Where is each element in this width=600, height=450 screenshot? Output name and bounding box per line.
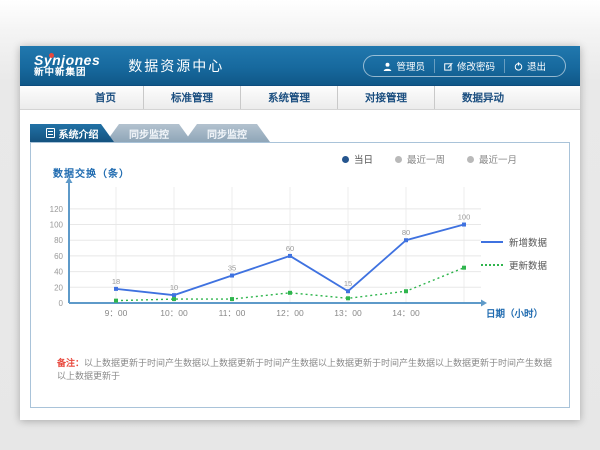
radio-dot-icon xyxy=(467,156,474,163)
tab-label: 系统介绍 xyxy=(59,126,99,141)
radio-label: 当日 xyxy=(354,152,373,166)
svg-text:10: 10 xyxy=(170,283,178,292)
tab-sync-monitor-1[interactable]: 同步监控 xyxy=(106,124,192,142)
legend-label: 新增数据 xyxy=(509,235,547,249)
radio-dot-icon xyxy=(342,156,349,163)
footnote-label: 备注： xyxy=(57,358,84,368)
nav-item-interface-mgmt[interactable]: 对接管理 xyxy=(337,86,434,109)
svg-text:100: 100 xyxy=(458,213,471,222)
logout-button[interactable]: 退出 xyxy=(504,59,555,73)
user-toolbar: 管理员 修改密码 退出 xyxy=(363,55,566,77)
svg-text:9：00: 9：00 xyxy=(105,308,128,318)
brand-header: Synjones 新中新集团 数据资源中心 管理员 修改密码 退出 xyxy=(20,46,580,86)
document-icon xyxy=(46,128,55,138)
app-window: Synjones 新中新集团 数据资源中心 管理员 修改密码 退出 首页 标准管… xyxy=(20,46,580,420)
legend-label: 更新数据 xyxy=(509,258,547,272)
nav-item-data-change[interactable]: 数据异动 xyxy=(434,86,531,109)
svg-text:100: 100 xyxy=(50,221,64,230)
tab-label: 同步监控 xyxy=(207,126,247,141)
svg-text:18: 18 xyxy=(112,277,120,286)
logo-wordmark: Synjones xyxy=(34,53,100,67)
radio-label: 最近一周 xyxy=(407,152,445,166)
footnote-text: 以上数据更新于时间产生数据以上数据更新于时间产生数据以上数据更新于时间产生数据以… xyxy=(57,358,552,381)
chart-panel: 当日 最近一周 最近一月 数据交换（条） 0204060801001209：00… xyxy=(30,142,570,408)
power-icon xyxy=(514,62,523,71)
logout-label: 退出 xyxy=(527,59,546,73)
nav-item-home[interactable]: 首页 xyxy=(68,86,143,109)
change-password-button[interactable]: 修改密码 xyxy=(434,59,504,73)
svg-text:40: 40 xyxy=(54,268,63,277)
radio-today[interactable]: 当日 xyxy=(342,152,373,166)
current-user-button[interactable]: 管理员 xyxy=(374,59,434,73)
nav-item-system-mgmt[interactable]: 系统管理 xyxy=(240,86,337,109)
svg-text:15: 15 xyxy=(344,279,352,288)
svg-text:11：00: 11：00 xyxy=(219,308,246,318)
radio-label: 最近一月 xyxy=(479,152,517,166)
time-range-filter: 当日 最近一周 最近一月 xyxy=(342,152,517,166)
logo-company-name: 新中新集团 xyxy=(34,68,100,78)
svg-text:日期（小时）: 日期（小时） xyxy=(486,308,543,320)
svg-text:20: 20 xyxy=(54,283,63,292)
legend-line-sample xyxy=(481,241,503,243)
footnote: 备注：以上数据更新于时间产生数据以上数据更新于时间产生数据以上数据更新于时间产生… xyxy=(57,357,555,382)
tab-label: 同步监控 xyxy=(129,126,169,141)
page-title: 数据资源中心 xyxy=(116,56,224,76)
user-label: 管理员 xyxy=(396,59,425,73)
legend-item-updated-data: 更新数据 xyxy=(481,258,559,272)
tab-sync-monitor-2[interactable]: 同步监控 xyxy=(184,124,270,142)
legend-line-sample xyxy=(481,264,503,266)
svg-text:0: 0 xyxy=(59,299,64,308)
svg-text:10：00: 10：00 xyxy=(160,308,188,318)
svg-text:120: 120 xyxy=(50,205,64,214)
radio-last-week[interactable]: 最近一周 xyxy=(395,152,445,166)
svg-text:80: 80 xyxy=(402,228,410,237)
radio-dot-icon xyxy=(395,156,402,163)
change-password-label: 修改密码 xyxy=(457,59,495,73)
edit-icon xyxy=(444,62,453,71)
chart-legend: 新增数据 更新数据 xyxy=(481,235,559,281)
svg-text:12：00: 12：00 xyxy=(276,308,304,318)
nav-item-standard-mgmt[interactable]: 标准管理 xyxy=(143,86,240,109)
tab-system-intro[interactable]: 系统介绍 xyxy=(30,124,114,142)
svg-text:60: 60 xyxy=(286,244,294,253)
svg-text:35: 35 xyxy=(228,264,236,273)
legend-item-new-data: 新增数据 xyxy=(481,235,559,249)
svg-text:14：00: 14：00 xyxy=(392,308,420,318)
radio-last-month[interactable]: 最近一月 xyxy=(467,152,517,166)
main-nav: 首页 标准管理 系统管理 对接管理 数据异动 xyxy=(20,86,580,110)
svg-text:13：00: 13：00 xyxy=(334,308,362,318)
company-logo: Synjones 新中新集团 xyxy=(34,53,100,78)
user-icon xyxy=(383,62,392,71)
svg-text:80: 80 xyxy=(54,236,63,245)
svg-text:60: 60 xyxy=(54,252,63,261)
tab-strip: 系统介绍 同步监控 同步监控 xyxy=(30,124,570,142)
